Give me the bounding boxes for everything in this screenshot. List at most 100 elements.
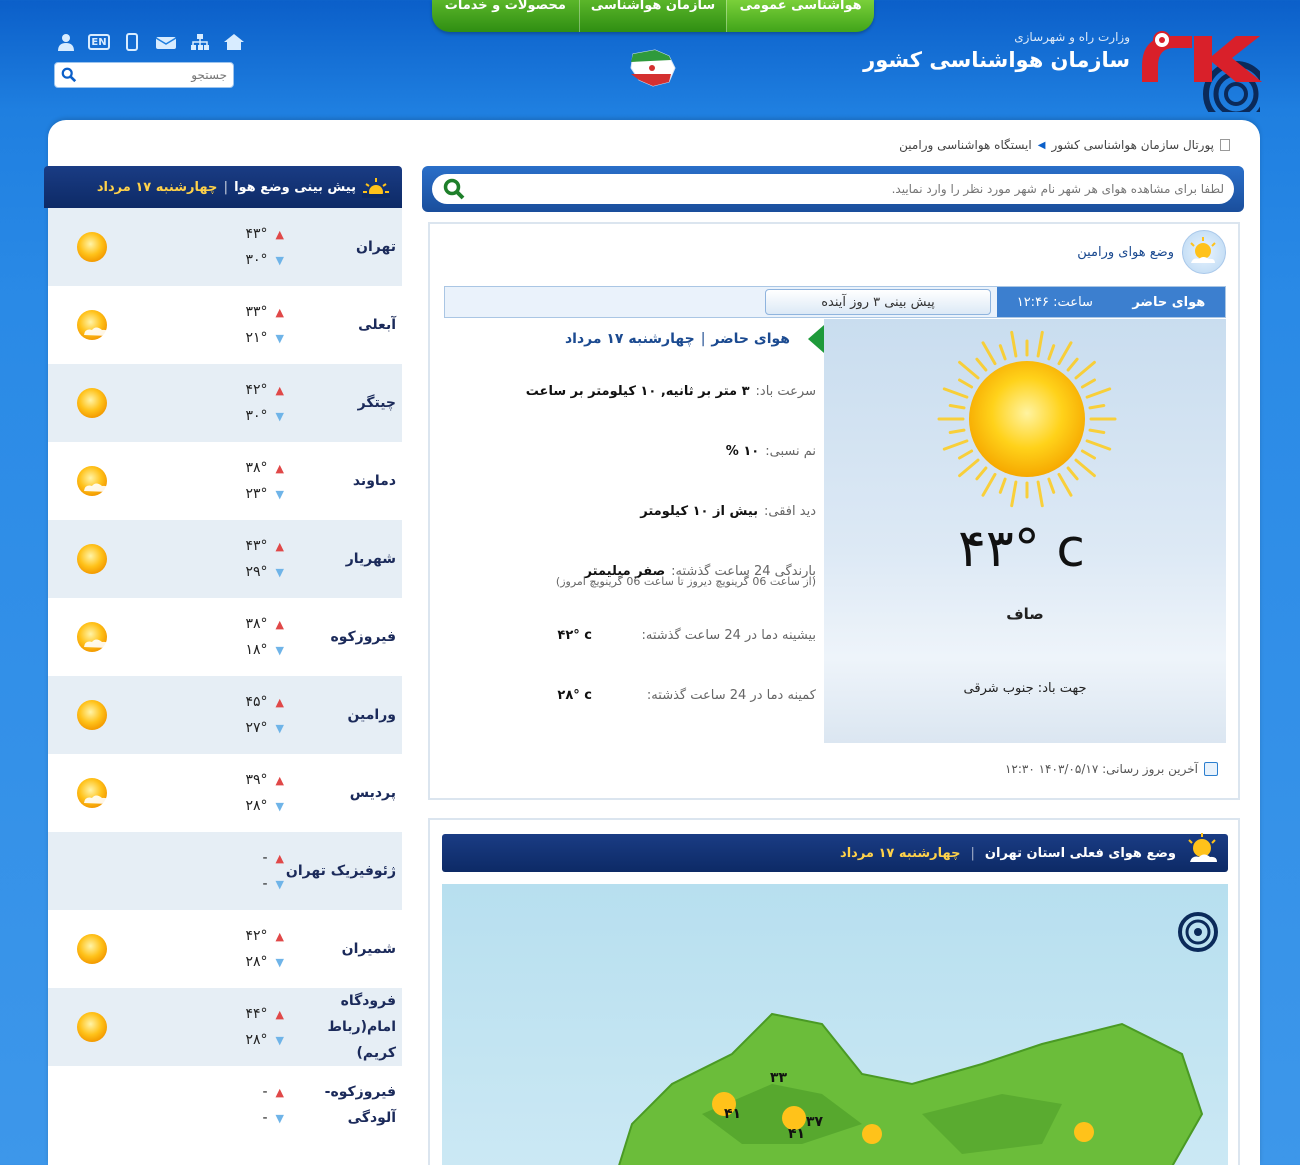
arrow-down-icon: ▼	[275, 799, 284, 813]
org-logo-icon	[1178, 912, 1218, 952]
city-row[interactable]: تهران ▲ ۴۳° ▼ ۳۰°	[48, 208, 402, 286]
weather-tabs: هوای حاضر ساعت: ۱۲:۴۶ پیش بینی ۳ روز آین…	[444, 286, 1226, 318]
search-icon[interactable]	[442, 177, 466, 201]
station-weather-box: وضع هوای ورامین هوای حاضر ساعت: ۱۲:۴۶ پی…	[428, 222, 1240, 800]
max-temp-line: ▲ ۳۳°	[224, 304, 284, 320]
tab-current-weather[interactable]: هوای حاضر ساعت: ۱۲:۴۶	[997, 287, 1225, 317]
arrow-up-icon: ▲	[275, 773, 284, 787]
city-name[interactable]: چیتگر	[284, 390, 396, 416]
city-name[interactable]: فرودگاه امام(رباط کریم)	[284, 988, 397, 1066]
nav-organization[interactable]: سازمان هواشناسی	[578, 0, 727, 32]
english-language-button[interactable]: EN	[88, 34, 110, 50]
max-temp-line: ▲ ۴۳°	[224, 226, 284, 242]
arrow-down-icon: ▼	[275, 721, 284, 735]
arrow-up-icon: ▲	[275, 851, 284, 865]
arrow-down-icon: ▼	[275, 565, 284, 579]
city-temps: ▲ - ▼ -	[224, 1084, 284, 1126]
nav-general-meteorology[interactable]: هواشناسی عمومی	[726, 0, 874, 32]
breadcrumb-home[interactable]: پورتال سازمان هواشناسی کشور	[1051, 138, 1214, 152]
city-temps: ▲ ۴۳° ▼ ۳۰°	[224, 226, 284, 268]
min-temp-line: ▼ ۳۰°	[224, 408, 284, 424]
tehran-province-map	[618, 1012, 1204, 1165]
humidity-value: ۱۰ %	[725, 443, 760, 459]
user-icon[interactable]	[54, 32, 78, 52]
city-search-input[interactable]	[466, 182, 1224, 196]
max-temp-value: ۴۲°	[245, 928, 268, 944]
calendar-icon	[1204, 762, 1218, 776]
city-name[interactable]: ژئوفیزیک تهران	[284, 858, 396, 884]
sun-icon	[77, 934, 107, 964]
city-row[interactable]: فیروزکوه-آلودگی ▲ - ▼ -	[48, 1066, 402, 1144]
city-name[interactable]: پردیس	[284, 780, 396, 806]
city-row[interactable]: ورامین ▲ ۴۵° ▼ ۲۷°	[48, 676, 402, 754]
station-content: وضع هوای ورامین هوای حاضر ساعت: ۱۲:۴۶ پی…	[422, 166, 1244, 1165]
humidity-row: نم نسبی: ۱۰ %	[444, 421, 824, 481]
city-name[interactable]: فیروزکوه	[284, 624, 396, 650]
city-name[interactable]: آبعلی	[284, 312, 396, 338]
humidity-label: نم نسبی:	[765, 443, 816, 459]
province-map[interactable]: ۳۳ ۴۱ ۳۷ ۴۱	[442, 884, 1228, 1165]
sky-condition: صاف	[1006, 605, 1044, 623]
sun-icon	[77, 388, 107, 418]
breadcrumb: پورتال سازمان هواشناسی کشور ◀ ایستگاه هو…	[899, 138, 1230, 152]
city-row[interactable]: ژئوفیزیک تهران ▲ - ▼ -	[48, 832, 402, 910]
tab-3day-forecast[interactable]: پیش بینی ۳ روز آینده	[765, 289, 991, 315]
min-temp-value: ۲۸°	[245, 1032, 268, 1048]
site-search-input[interactable]	[77, 68, 227, 82]
max-temp-value: ۴۵°	[245, 694, 268, 710]
mail-icon[interactable]	[154, 32, 178, 52]
min-temp-line: ▼ ۲۹°	[224, 564, 284, 580]
site-header: هواشناسی عمومی سازمان هواشناسی محصولات و…	[0, 0, 1300, 120]
city-row[interactable]: فرودگاه امام(رباط کریم) ▲ ۴۴° ▼ ۲۸°	[48, 988, 402, 1066]
max-temp-line: ▲ -	[224, 1084, 284, 1100]
city-temps: ▲ ۳۸° ▼ ۲۳°	[224, 460, 284, 502]
arrow-down-icon: ▼	[275, 487, 284, 501]
min-temp-row: کمینه دما در 24 ساعت گذشته: ۲۸° c	[444, 665, 824, 725]
sitemap-icon[interactable]	[188, 32, 212, 52]
min-temp-value: -	[262, 876, 268, 892]
mobile-icon[interactable]	[120, 32, 144, 52]
city-row[interactable]: شهریار ▲ ۴۳° ▼ ۲۹°	[48, 520, 402, 598]
min-temp-line: ▼ ۲۸°	[224, 954, 284, 970]
max-temp-value: ۴۳°	[245, 226, 268, 242]
sun-cloud-icon	[77, 310, 110, 340]
city-name[interactable]: شمیران	[284, 936, 396, 962]
home-icon[interactable]	[222, 32, 246, 52]
search-icon[interactable]	[61, 66, 77, 84]
current-weather-details: ۴۳° c صاف جهت باد: جنوب شرقی هوای حاضر |…	[444, 319, 1226, 743]
arrow-up-icon: ▲	[275, 617, 284, 631]
city-name[interactable]: دماوند	[284, 468, 396, 494]
city-row[interactable]: دماوند ▲ ۳۸° ▼ ۲۳°	[48, 442, 402, 520]
last-update-text: آخرین بروز رسانی: ۱۴۰۳/۰۵/۱۷ ۱۲:۳۰	[1004, 762, 1198, 776]
city-row[interactable]: چیتگر ▲ ۴۲° ▼ ۳۰°	[48, 364, 402, 442]
min-temp-line: ▼ ۲۱°	[224, 330, 284, 346]
page-icon	[1220, 139, 1230, 151]
min-temp-value: ۲۳°	[245, 486, 268, 502]
main-panel: پورتال سازمان هواشناسی کشور ◀ ایستگاه هو…	[44, 120, 1260, 1165]
city-row[interactable]: فیروزکوه ▲ ۳۸° ▼ ۱۸°	[48, 598, 402, 676]
min-temp-label: کمینه دما در 24 ساعت گذشته:	[646, 687, 816, 703]
city-row[interactable]: پردیس ▲ ۳۹° ▼ ۲۸°	[48, 754, 402, 832]
city-name[interactable]: تهران	[284, 234, 396, 260]
province-weather: وضع هوای فعلی استان تهران | چهارشنبه ۱۷ …	[428, 818, 1240, 1165]
max-temp-line: ▲ ۳۸°	[224, 460, 284, 476]
city-row[interactable]: شمیران ▲ ۴۲° ▼ ۲۸°	[48, 910, 402, 988]
heading-marker-icon	[808, 325, 824, 353]
city-name[interactable]: شهریار	[284, 546, 396, 572]
city-temps: ▲ ۴۴° ▼ ۲۸°	[224, 1006, 284, 1048]
min-temp-value: ۲۹°	[245, 564, 268, 580]
city-name[interactable]: فیروزکوه-آلودگی	[284, 1079, 396, 1131]
city-list: تهران ▲ ۴۳° ▼ ۳۰° آبعلی ▲ ۳۳° ▼ ۲۱° چیتگر ▲ ۴۲° ▼ ۳۰° د…	[48, 208, 402, 1144]
nav-products-services[interactable]: محصولات و خدمات	[432, 0, 579, 32]
min-temp-value: ۳۰°	[245, 408, 268, 424]
min-temp-line: ▼ ۳۰°	[224, 252, 284, 268]
sunny-icon	[937, 330, 1117, 508]
max-temp-value: ۴۴°	[245, 1006, 268, 1022]
current-heading: هوای حاضر | چهارشنبه ۱۷ مرداد	[444, 319, 824, 359]
org-name[interactable]: سازمان هواشناسی کشور	[863, 48, 1130, 72]
city-name[interactable]: ورامین	[284, 702, 396, 728]
station-name: وضع هوای ورامین	[1077, 244, 1174, 260]
arrow-down-icon: ▼	[275, 877, 284, 891]
city-row[interactable]: آبعلی ▲ ۳۳° ▼ ۲۱°	[48, 286, 402, 364]
province-title: وضع هوای فعلی استان تهران	[984, 845, 1176, 861]
